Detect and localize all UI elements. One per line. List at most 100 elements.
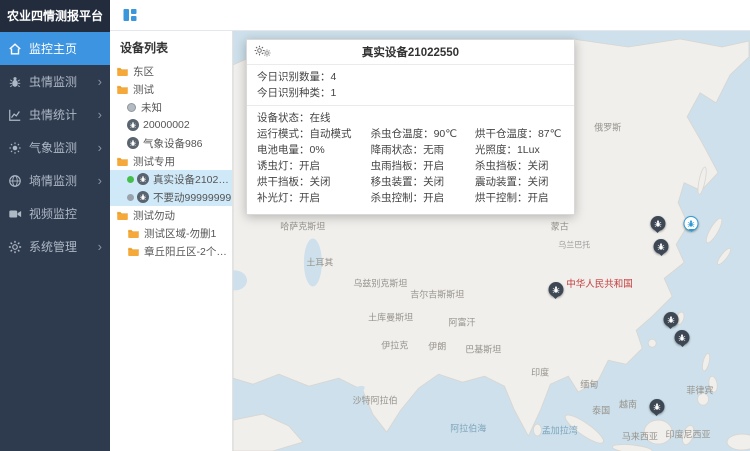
device-param: 虫雨挡板：开启 xyxy=(371,158,475,174)
sidebar-item-insect-stats[interactable]: 虫情统计› xyxy=(0,98,110,131)
sidebar-item-label: 气象监测 xyxy=(29,139,77,156)
sidebar-item-label: 监控主页 xyxy=(29,40,77,57)
device-marker[interactable] xyxy=(548,282,563,297)
today-stat: 今日识别种类：1 xyxy=(257,85,564,101)
tree-device-item[interactable]: 未知 xyxy=(110,98,232,116)
device-param: 电池电量：0% xyxy=(257,142,371,158)
tree-folder-item[interactable]: 测试区域-勿删1 xyxy=(110,224,232,242)
app-title: 农业四情测报平台 xyxy=(0,0,110,32)
tree-folder-item[interactable]: 测试专用 xyxy=(110,152,232,170)
tree-item-label: 测试区域-勿删1 xyxy=(144,226,216,241)
tree-item-label: 真实设备21022550 xyxy=(153,172,232,187)
device-marker[interactable] xyxy=(650,216,665,231)
sidebar-item-insect-monitor[interactable]: 虫情监测 › xyxy=(0,65,110,98)
sidebar-item-home[interactable]: 监控主页 xyxy=(0,32,110,65)
folder-icon xyxy=(116,209,129,222)
bug-glyph xyxy=(652,402,661,411)
tree-device-item[interactable]: 20000002 xyxy=(110,116,232,134)
bug-icon xyxy=(8,75,22,89)
popup-body: 设备状态：在线 运行模式：自动模式杀虫仓温度：90℃烘干仓温度：87℃ 电池电量：… xyxy=(247,106,574,214)
folder-icon xyxy=(116,155,129,168)
sidebar-item-label: 虫情监测 xyxy=(29,73,77,90)
tree-item-label: 20000002 xyxy=(143,119,190,131)
tree-device-item[interactable]: 真实设备21022550 xyxy=(110,170,232,188)
sidebar-item-weather-monitor[interactable]: 气象监测 › xyxy=(0,131,110,164)
device-status: 设备状态：在线 xyxy=(257,110,564,126)
tree-folder-item[interactable]: 测试勿动 xyxy=(110,206,232,224)
folder-icon xyxy=(127,227,140,240)
device-param-grid: 运行模式：自动模式杀虫仓温度：90℃烘干仓温度：87℃ 电池电量：0%降雨状态：无… xyxy=(257,126,564,206)
tree-device-item[interactable]: 气象设备986 xyxy=(110,134,232,152)
bug-glyph xyxy=(666,315,675,324)
chevron-right-icon: › xyxy=(98,75,102,88)
status-dot xyxy=(127,194,134,201)
tree-folder-item[interactable]: 测试 xyxy=(110,80,232,98)
tree-item-label: 未知 xyxy=(141,100,162,115)
tree-folder-item[interactable]: 章丘阳丘区-2个摄像头 xyxy=(110,242,232,260)
layout-grid-icon[interactable] xyxy=(122,7,138,23)
folder-icon xyxy=(127,245,140,258)
sidebar-item-system-admin[interactable]: 系统管理› xyxy=(0,230,110,263)
device-icon xyxy=(127,137,139,149)
device-icon xyxy=(137,173,149,185)
globe-icon xyxy=(8,174,22,188)
bug-glyph xyxy=(139,175,147,183)
bug-glyph xyxy=(678,333,687,342)
video-icon xyxy=(8,207,22,221)
today-stat: 今日识别数量：4 xyxy=(257,69,564,85)
sun-icon xyxy=(8,141,22,155)
device-marker[interactable] xyxy=(663,312,678,327)
bug-glyph xyxy=(129,121,137,129)
bug-glyph xyxy=(687,219,696,228)
tree-item-label: 章丘阳丘区-2个摄像头 xyxy=(144,244,232,259)
sidebar-item-label: 系统管理 xyxy=(29,238,77,255)
tree-item-label: 测试专用 xyxy=(133,154,175,169)
device-param: 烘干控制：开启 xyxy=(475,190,564,206)
device-param: 烘干仓温度：87℃ xyxy=(475,126,564,142)
content: 设备列表 东区测试未知20000002气象设备986测试专用真实设备210225… xyxy=(110,31,750,451)
device-param: 震动装置：关闭 xyxy=(475,174,564,190)
bug-glyph xyxy=(551,285,560,294)
active-device-marker[interactable] xyxy=(684,216,699,231)
device-marker[interactable] xyxy=(654,239,669,254)
bug-glyph xyxy=(129,139,137,147)
main-area: 设备列表 东区测试未知20000002气象设备986测试专用真实设备210225… xyxy=(110,0,750,451)
device-tree: 东区测试未知 20000002 气象设备986 测试专用真实设备21022550 不要动… xyxy=(110,62,232,260)
home-icon xyxy=(8,42,22,56)
tree-item-label: 测试 xyxy=(133,82,154,97)
topbar xyxy=(110,0,750,31)
device-param: 杀虫仓温度：90℃ xyxy=(371,126,475,142)
tree-item-label: 气象设备986 xyxy=(143,136,203,151)
chart-icon xyxy=(8,108,22,122)
tree-item-label: 东区 xyxy=(133,64,154,79)
device-param: 运行模式：自动模式 xyxy=(257,126,371,142)
device-param: 杀虫控制：开启 xyxy=(371,190,475,206)
unknown-node-icon xyxy=(127,103,136,112)
sidebar-item-video-monitor[interactable]: 视频监控 xyxy=(0,197,110,230)
tree-device-item[interactable]: 不要动99999999 xyxy=(110,188,232,206)
device-info-popup: 真实设备21022550 今日识别数量：4今日识别种类：1 设备状态：在线 运行… xyxy=(246,39,575,215)
device-marker[interactable] xyxy=(649,399,664,414)
device-marker[interactable] xyxy=(675,330,690,345)
device-param: 降雨状态：无雨 xyxy=(371,142,475,158)
tree-folder-item[interactable]: 东区 xyxy=(110,62,232,80)
device-param: 诱虫灯：开启 xyxy=(257,158,371,174)
popup-header: 真实设备21022550 xyxy=(247,40,574,65)
sidebar: 农业四情测报平台 监控主页虫情监测 › 虫情统计› 气象监测 › 墒情监测› 视频监控系统管… xyxy=(0,0,110,451)
device-param: 补光灯：开启 xyxy=(257,190,371,206)
device-param: 光照度：1Lux xyxy=(475,142,564,158)
settings-gears-icon[interactable] xyxy=(254,45,271,57)
tree-item-label: 不要动99999999 xyxy=(153,190,231,205)
map-canvas[interactable]: 俄罗斯哈萨克斯坦蒙古乌兰巴托中华人民共和国吉尔吉斯斯坦乌兹别克斯坦土库曼斯坦阿富… xyxy=(233,31,750,451)
device-icon xyxy=(137,191,149,203)
sidebar-item-label: 墒情监测 xyxy=(29,172,77,189)
device-list-title: 设备列表 xyxy=(110,31,232,62)
sidebar-item-soil-monitor[interactable]: 墒情监测› xyxy=(0,164,110,197)
sidebar-menu: 监控主页虫情监测 › 虫情统计› 气象监测 › 墒情监测› 视频监控系统管理› xyxy=(0,32,110,263)
chevron-right-icon: › xyxy=(98,141,102,154)
bug-glyph xyxy=(653,219,662,228)
sidebar-item-label: 视频监控 xyxy=(29,205,77,222)
device-list-panel: 设备列表 东区测试未知 20000002 气象设备986 测试专用真实设备210225… xyxy=(110,31,233,451)
app-window: 农业四情测报平台 监控主页虫情监测 › 虫情统计› 气象监测 › 墒情监测› 视频监控系统管… xyxy=(0,0,750,451)
status-dot xyxy=(127,176,134,183)
